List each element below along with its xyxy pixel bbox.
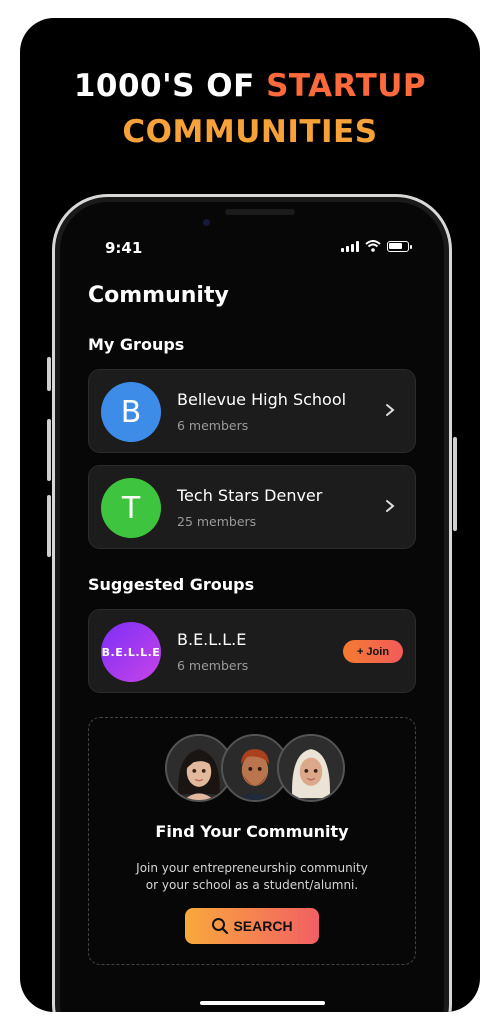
group-members: 6 members bbox=[177, 418, 249, 433]
search-button[interactable]: SEARCH bbox=[185, 908, 319, 944]
join-button[interactable]: + Join bbox=[343, 640, 403, 663]
battery-icon bbox=[387, 240, 412, 252]
description-line-1: Join your entrepreneurship community bbox=[136, 861, 368, 875]
suggested-group-card-belle[interactable]: B.E.L.L.E B.E.L.L.E 6 members + Join bbox=[88, 609, 416, 693]
phone-volume-down bbox=[47, 495, 51, 557]
search-icon bbox=[212, 918, 229, 935]
search-label: SEARCH bbox=[233, 918, 293, 934]
wifi-icon bbox=[365, 240, 381, 252]
group-members: 6 members bbox=[177, 658, 249, 673]
member-avatars bbox=[165, 734, 345, 806]
find-community-title: Find Your Community bbox=[155, 822, 349, 841]
home-indicator[interactable] bbox=[200, 1001, 325, 1005]
chevron-right-icon bbox=[386, 500, 395, 512]
status-time: 9:41 bbox=[105, 239, 143, 257]
group-avatar: T bbox=[101, 478, 161, 538]
status-icons bbox=[341, 240, 412, 252]
group-name: Tech Stars Denver bbox=[177, 486, 323, 505]
suggested-groups-heading: Suggested Groups bbox=[88, 575, 255, 594]
group-members: 25 members bbox=[177, 514, 257, 529]
headline-highlight: STARTUP bbox=[266, 68, 427, 104]
phone-side-button bbox=[47, 357, 51, 391]
find-community-card: Find Your Community Join your entreprene… bbox=[88, 717, 416, 965]
group-avatar: B bbox=[101, 382, 161, 442]
my-groups-heading: My Groups bbox=[88, 335, 185, 354]
promo-card: 1000'S OF STARTUP COMMUNITIES 9:41 Commu… bbox=[20, 18, 480, 1012]
front-camera bbox=[203, 219, 210, 226]
headline-prefix: 1000'S OF bbox=[73, 68, 267, 104]
find-community-description: Join your entrepreneurship community or … bbox=[109, 860, 395, 894]
signal-icon bbox=[341, 240, 359, 252]
app-screen: 9:41 Community My Groups B Bellevue High… bbox=[65, 207, 439, 1012]
group-card-bellevue[interactable]: B Bellevue High School 6 members bbox=[88, 369, 416, 453]
group-name: Bellevue High School bbox=[177, 390, 347, 409]
chevron-right-icon bbox=[386, 404, 395, 416]
page-title: Community bbox=[88, 283, 229, 308]
phone-frame: 9:41 Community My Groups B Bellevue High… bbox=[47, 194, 457, 1012]
avatar bbox=[277, 734, 345, 802]
group-card-tech-stars[interactable]: T Tech Stars Denver 25 members bbox=[88, 465, 416, 549]
speaker-grille bbox=[225, 209, 295, 215]
phone-volume-up bbox=[47, 419, 51, 481]
belle-logo: B.E.L.L.E bbox=[101, 622, 161, 682]
headline-line-1: 1000'S OF STARTUP bbox=[20, 68, 480, 104]
phone-power-button bbox=[453, 437, 457, 531]
headline-line-2: COMMUNITIES bbox=[122, 114, 378, 150]
description-line-2: or your school as a student/alumni. bbox=[145, 878, 359, 892]
group-name: B.E.L.L.E bbox=[177, 630, 247, 649]
